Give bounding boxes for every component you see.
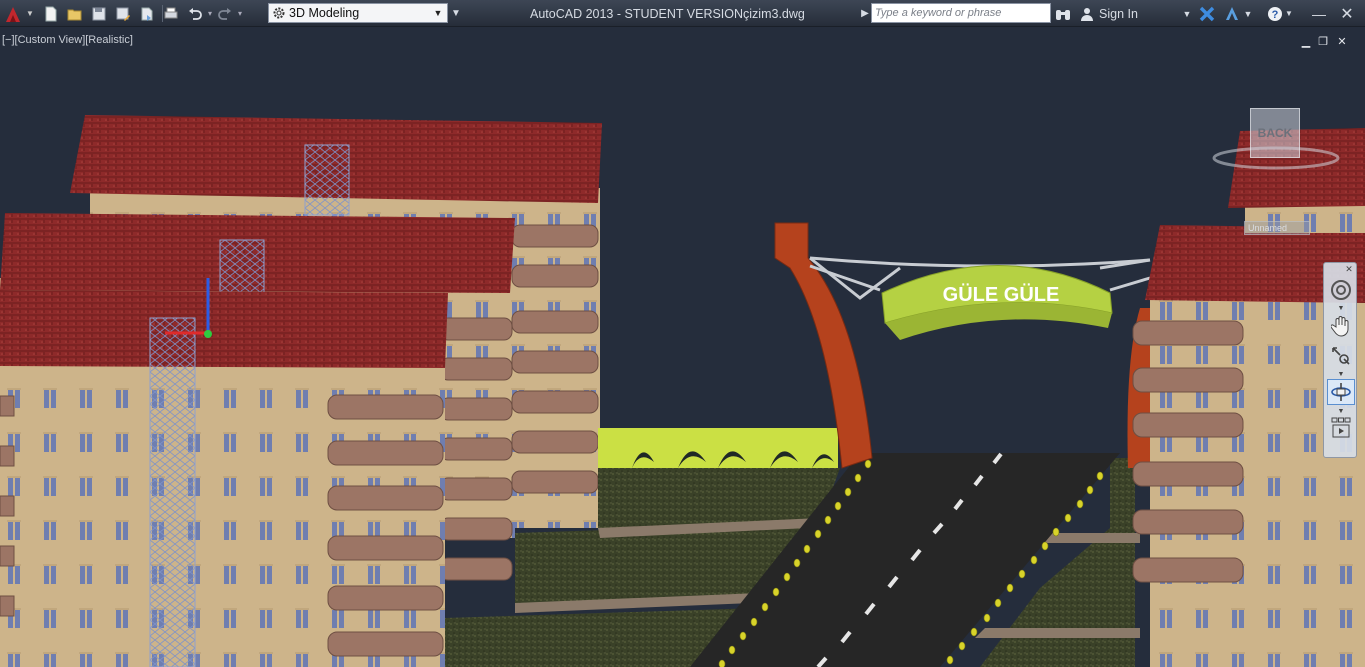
- steering-wheel-dropdown-icon[interactable]: ▼: [1327, 304, 1355, 312]
- sign-in-dropdown-icon[interactable]: ▼: [1182, 0, 1192, 27]
- stair-tower-front: [149, 317, 196, 667]
- ucs-menu[interactable]: Unnamed: [1244, 221, 1310, 235]
- open-icon[interactable]: [64, 4, 86, 24]
- steering-wheel-icon[interactable]: [1327, 277, 1355, 303]
- publish-icon[interactable]: [136, 4, 158, 24]
- search-expand-icon[interactable]: ▶: [860, 0, 870, 27]
- autodesk-360-dropdown-icon[interactable]: ▼: [1243, 0, 1253, 27]
- gear-icon: [273, 7, 285, 19]
- save-as-icon[interactable]: [112, 4, 134, 24]
- undo-dropdown-icon[interactable]: ▾: [208, 9, 212, 18]
- help-icon: ?: [1268, 6, 1283, 21]
- binoculars-icon[interactable]: [1054, 0, 1072, 27]
- application-menu-button[interactable]: ▼: [0, 0, 36, 27]
- drawing-viewport[interactable]: GÜLE GÜLE [−][Custom View][Realistic] ▁ …: [0, 28, 1365, 667]
- save-icon[interactable]: [88, 4, 110, 24]
- viewcube[interactable]: BACK: [1212, 106, 1360, 186]
- viewport-close-icon[interactable]: ✕: [1335, 35, 1349, 48]
- svg-text:?: ?: [1272, 9, 1279, 21]
- help-dropdown-icon: ▼: [1285, 9, 1293, 18]
- user-icon: [1081, 7, 1093, 21]
- building-front-roof: [0, 290, 448, 368]
- redo-icon[interactable]: [214, 4, 236, 24]
- plot-icon[interactable]: [160, 4, 182, 24]
- help-button[interactable]: ? ▼: [1266, 0, 1294, 27]
- pan-hand-icon[interactable]: [1327, 313, 1355, 339]
- viewport-minimize-icon[interactable]: ▁: [1299, 35, 1313, 48]
- viewport-controls-label[interactable]: [−][Custom View][Realistic]: [2, 34, 133, 46]
- window-title: AutoCAD 2013 - STUDENT VERSION çizim3.dw…: [530, 0, 805, 27]
- stair-tower-back: [304, 144, 350, 216]
- new-icon[interactable]: [40, 4, 62, 24]
- undo-icon[interactable]: [184, 4, 206, 24]
- exchange-apps-icon[interactable]: [1197, 0, 1217, 27]
- autocad-logo-icon: [0, 3, 26, 25]
- minimize-icon[interactable]: —: [1310, 0, 1328, 27]
- title-bar: ▼ ▾ ▾ 3D Modeling ▼ ▼ AutoCAD 2013 - STU…: [0, 0, 1365, 27]
- 3d-scene: GÜLE GÜLE: [0, 115, 1365, 667]
- document-name: çizim3.dwg: [743, 6, 805, 21]
- fence: [598, 428, 838, 468]
- redo-dropdown-icon[interactable]: ▾: [238, 9, 242, 18]
- qat-divider: [162, 5, 163, 22]
- quick-access-toolbar: ▾ ▾: [40, 0, 242, 27]
- banner-text: GÜLE GÜLE: [943, 283, 1060, 306]
- orbit-dropdown-icon[interactable]: ▼: [1327, 407, 1355, 415]
- showmotion-icon[interactable]: [1327, 415, 1355, 441]
- zoom-extents-icon[interactable]: [1327, 343, 1355, 369]
- search-placeholder: Type a keyword or phrase: [875, 7, 1002, 19]
- customize-qat-icon[interactable]: ▼: [450, 0, 462, 27]
- app-title: AutoCAD 2013 - STUDENT VERSION: [530, 6, 744, 21]
- search-input[interactable]: Type a keyword or phrase: [871, 3, 1051, 23]
- sign-in-button[interactable]: Sign In: [1080, 0, 1138, 27]
- viewcube-face[interactable]: BACK: [1250, 108, 1300, 158]
- workspace-selector[interactable]: 3D Modeling ▼: [268, 3, 448, 23]
- sign-in-label: Sign In: [1099, 6, 1138, 21]
- navbar-close-icon[interactable]: ✕: [1344, 264, 1354, 274]
- building-front: [0, 290, 448, 667]
- close-icon[interactable]: ✕: [1337, 0, 1357, 27]
- orbit-icon[interactable]: [1327, 379, 1355, 405]
- zoom-dropdown-icon[interactable]: ▼: [1327, 370, 1355, 378]
- chevron-down-icon: ▼: [433, 8, 443, 18]
- app-menu-chevron-icon: ▼: [26, 9, 34, 18]
- workspace-name: 3D Modeling: [289, 6, 360, 20]
- autodesk-360-icon[interactable]: [1222, 0, 1242, 27]
- viewport-restore-icon[interactable]: ❐: [1316, 35, 1330, 48]
- navigation-bar: ✕ ▼ ▼ ▼: [1323, 262, 1357, 458]
